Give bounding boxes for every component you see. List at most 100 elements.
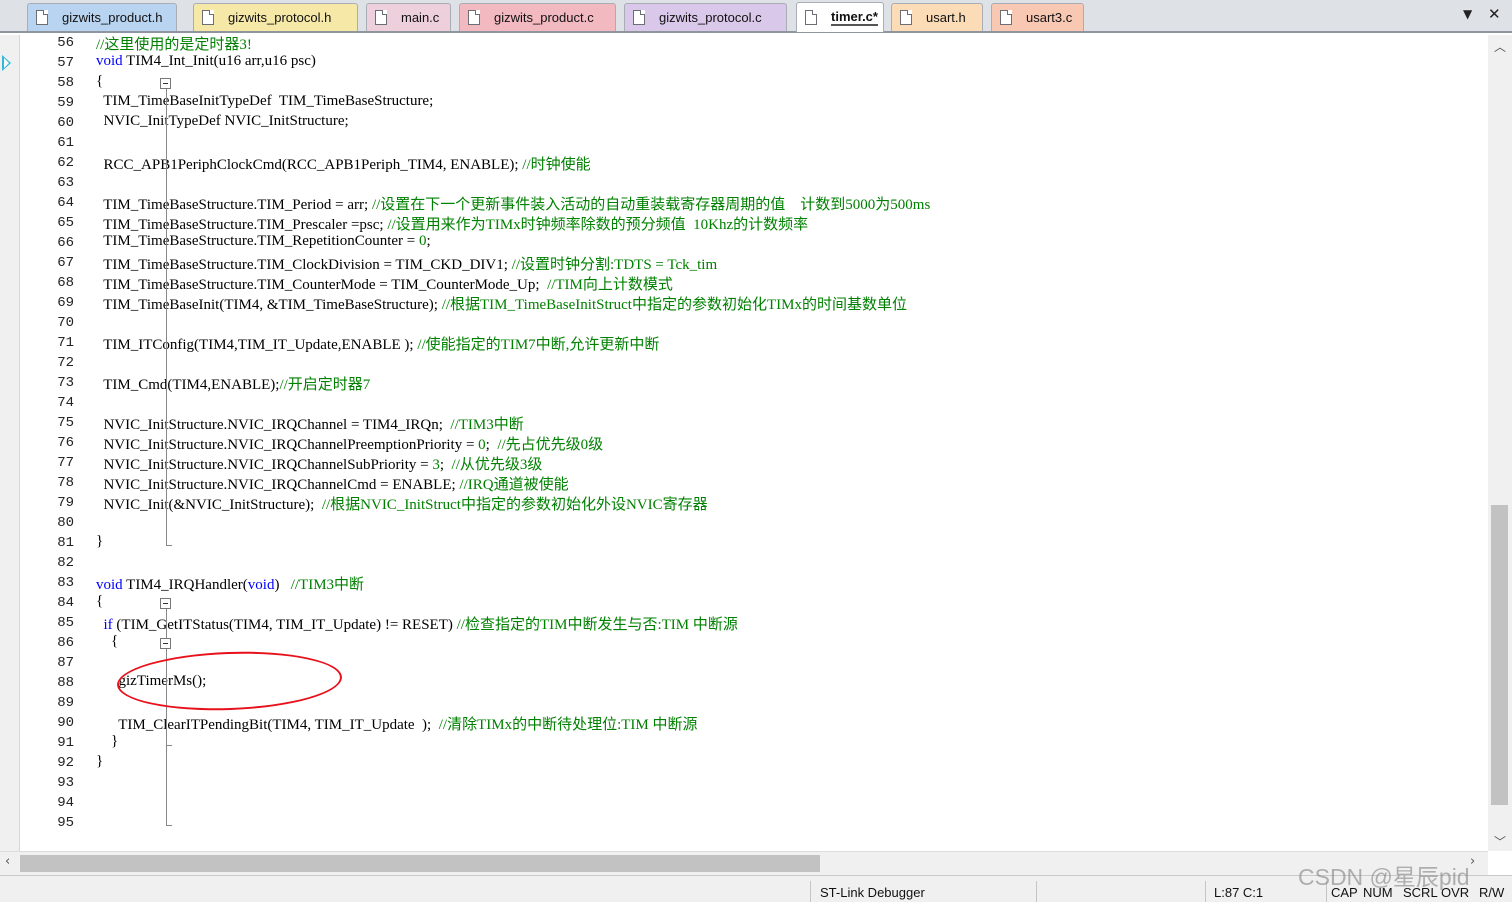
cursor-position: L:87 C:1 [1214,885,1264,900]
read-write-indicator: R/W [1479,885,1505,900]
horizontal-scroll-thumb[interactable] [20,855,820,872]
line-number: 80 [57,515,74,531]
file-icon [900,10,912,25]
code-line[interactable]: TIM_TimeBaseStructure.TIM_RepetitionCoun… [96,233,430,253]
line-number: 83 [57,575,74,591]
code-line[interactable]: TIM_Cmd(TIM4,ENABLE);//开启定时器7 [96,373,370,393]
code-editor[interactable]: 56 //这里使用的是定时器3! 57 void TIM4_Int_Init(u16 … [0,35,1488,851]
code-line[interactable]: TIM_TimeBaseStructure.TIM_Prescaler =psc… [96,213,808,233]
scroll-left-icon[interactable]: ‹ [5,854,10,869]
line-number: 85 [57,615,74,631]
scroll-up-icon[interactable]: ︿ [1494,38,1506,55]
red-highlight-circle [116,648,343,714]
code-line[interactable]: //这里使用的是定时器3! [96,35,252,53]
uvision-editor-window: gizwits_product.h gizwits_protocol.h main.… [0,0,1512,902]
tab-main-c[interactable]: main.c [366,3,451,31]
line-number: 90 [57,715,74,731]
fold-toggle-58[interactable] [160,78,171,89]
code-line[interactable]: { [96,633,118,653]
fold-toggle-84[interactable] [160,598,171,609]
debugger-status: ST-Link Debugger [820,885,925,900]
file-icon [202,10,214,25]
line-number: 86 [57,635,74,651]
fold-toggle-86[interactable] [160,638,171,649]
code-line[interactable]: } [96,753,103,773]
line-number: 58 [57,75,74,91]
tab-usart-h[interactable]: usart.h [891,3,983,31]
code-line[interactable]: RCC_APB1PeriphClockCmd(RCC_APB1Periph_TI… [96,153,591,173]
code-line[interactable]: TIM_TimeBaseStructure.TIM_ClockDivision … [96,253,717,273]
scroll-right-icon[interactable]: › [1470,854,1475,869]
file-tab-bar: gizwits_product.h gizwits_protocol.h main.… [0,0,1512,33]
line-number: 78 [57,475,74,491]
tab-label: timer.c* [831,9,878,26]
code-line[interactable]: TIM_TimeBaseInitTypeDef TIM_TimeBaseStru… [96,93,433,113]
line-number: 60 [57,115,74,131]
code-line[interactable]: } [96,733,118,753]
line-number: 56 [57,35,74,51]
code-line[interactable]: NVIC_InitStructure.NVIC_IRQChannelPreemp… [96,433,604,453]
line-number: 77 [57,455,74,471]
line-number: 95 [57,815,74,831]
file-icon [375,10,387,25]
execution-arrow-icon [2,55,11,71]
code-line[interactable]: { [96,73,103,93]
line-number: 70 [57,315,74,331]
chevron-down-icon[interactable]: ▼ [1463,7,1472,21]
code-line[interactable]: if (TIM_GetITStatus(TIM4, TIM_IT_Update)… [96,613,738,633]
horizontal-scrollbar[interactable]: ‹ › [0,851,1488,875]
breakpoint-gutter[interactable] [0,35,20,851]
tab-gizwits-protocol-c[interactable]: gizwits_protocol.c [624,3,787,31]
tab-label: gizwits_protocol.h [228,10,332,25]
vertical-scrollbar[interactable]: ︿ ﹀ [1488,35,1512,851]
line-number: 61 [57,135,74,151]
code-line[interactable]: void TIM4_IRQHandler(void) //TIM3中断 [96,573,364,593]
tab-usart3-c[interactable]: usart3.c [991,3,1084,31]
line-number: 74 [57,395,74,411]
code-line[interactable]: TIM_TimeBaseStructure.TIM_CounterMode = … [96,273,673,293]
line-number: 64 [57,195,74,211]
file-icon [633,10,645,25]
line-number: 69 [57,295,74,311]
tab-label: usart.h [926,10,966,25]
tab-label: gizwits_protocol.c [659,10,762,25]
close-icon[interactable]: ✕ [1488,5,1501,23]
tab-timer-c[interactable]: timer.c* [796,2,884,32]
line-number: 94 [57,795,74,811]
code-line[interactable]: TIM_TimeBaseStructure.TIM_Period = arr; … [96,193,930,213]
code-line[interactable]: } [96,533,103,553]
line-number: 93 [57,775,74,791]
code-line[interactable]: NVIC_InitStructure.NVIC_IRQChannelSubPri… [96,453,543,473]
file-icon [468,10,480,25]
line-number: 89 [57,695,74,711]
code-line[interactable]: TIM_ITConfig(TIM4,TIM_IT_Update,ENABLE )… [96,333,659,353]
code-line[interactable]: TIM_TimeBaseInit(TIM4, &TIM_TimeBaseStru… [96,293,907,313]
tab-gizwits-protocol-h[interactable]: gizwits_protocol.h [193,3,358,31]
line-number: 71 [57,335,74,351]
code-line[interactable]: NVIC_InitStructure.NVIC_IRQChannel = TIM… [96,413,524,433]
tab-label: main.c [401,10,440,25]
line-number: 66 [57,235,74,251]
line-number: 84 [57,595,74,611]
code-line[interactable]: NVIC_InitTypeDef NVIC_InitStructure; [96,113,349,133]
tab-gizwits-product-h[interactable]: gizwits_product.h [27,3,177,31]
line-number: 81 [57,535,74,551]
line-number: 68 [57,275,74,291]
scroll-down-icon[interactable]: ﹀ [1494,833,1506,850]
code-line[interactable]: { [96,593,103,613]
line-number: 62 [57,155,74,171]
line-number: 59 [57,95,74,111]
line-number: 88 [57,675,74,691]
code-line[interactable]: void TIM4_Int_Init(u16 arr,u16 psc) [96,53,316,73]
code-line[interactable]: TIM_ClearITPendingBit(TIM4, TIM_IT_Updat… [96,713,697,733]
tab-gizwits-product-c[interactable]: gizwits_product.c [459,3,616,31]
fold-margin [80,35,172,851]
line-number: 79 [57,495,74,511]
vertical-scroll-thumb[interactable] [1491,505,1508,805]
file-icon [1000,10,1012,25]
tab-label: gizwits_product.h [62,10,163,25]
code-line[interactable]: NVIC_Init(&NVIC_InitStructure); //根据NVIC… [96,493,708,513]
line-number: 91 [57,735,74,751]
line-number: 67 [57,255,74,271]
line-number: 73 [57,375,74,391]
